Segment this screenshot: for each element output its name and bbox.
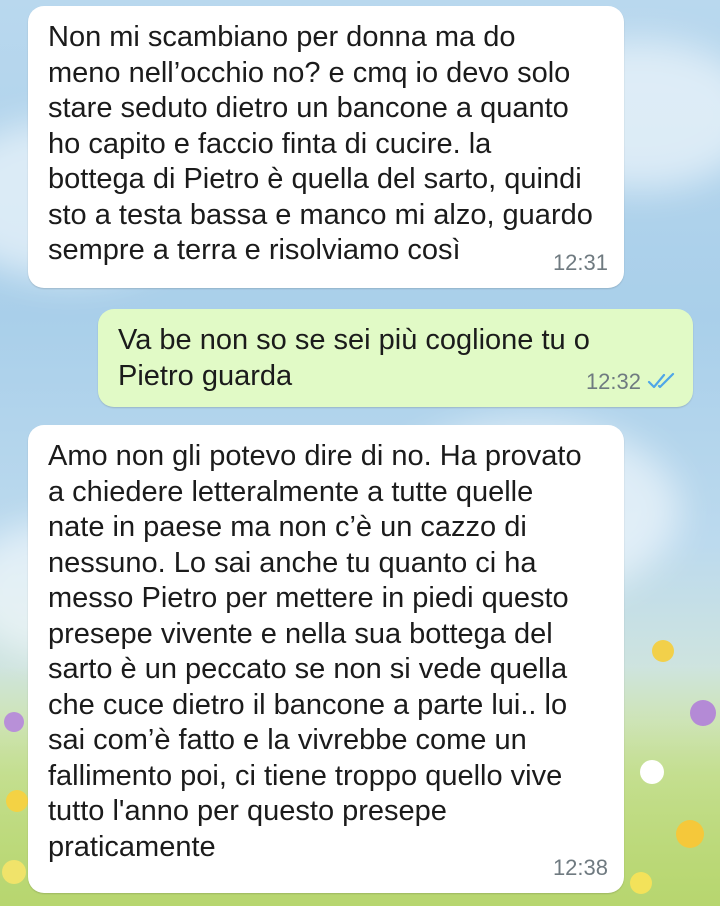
message-time: 12:31 (552, 249, 608, 275)
message-text: Amo non gli potevo dire di no. Ha provat… (48, 440, 582, 863)
read-double-check-icon (647, 373, 675, 389)
message-meta: 12:31 (553, 245, 608, 281)
message-meta: 12:32 (586, 364, 677, 400)
message-text: Non mi scambiano per donna ma do meno ne… (48, 21, 593, 266)
message-time: 12:32 (585, 368, 641, 394)
message-meta: 12:38 (553, 850, 608, 886)
outgoing-message-bubble[interactable]: Va be non so se sei più coglione tu o Pi… (98, 309, 693, 407)
incoming-message-bubble[interactable]: Amo non gli potevo dire di no. Ha provat… (28, 425, 624, 893)
message-time: 12:38 (552, 854, 608, 880)
incoming-message-bubble[interactable]: Non mi scambiano per donna ma do meno ne… (28, 6, 624, 288)
